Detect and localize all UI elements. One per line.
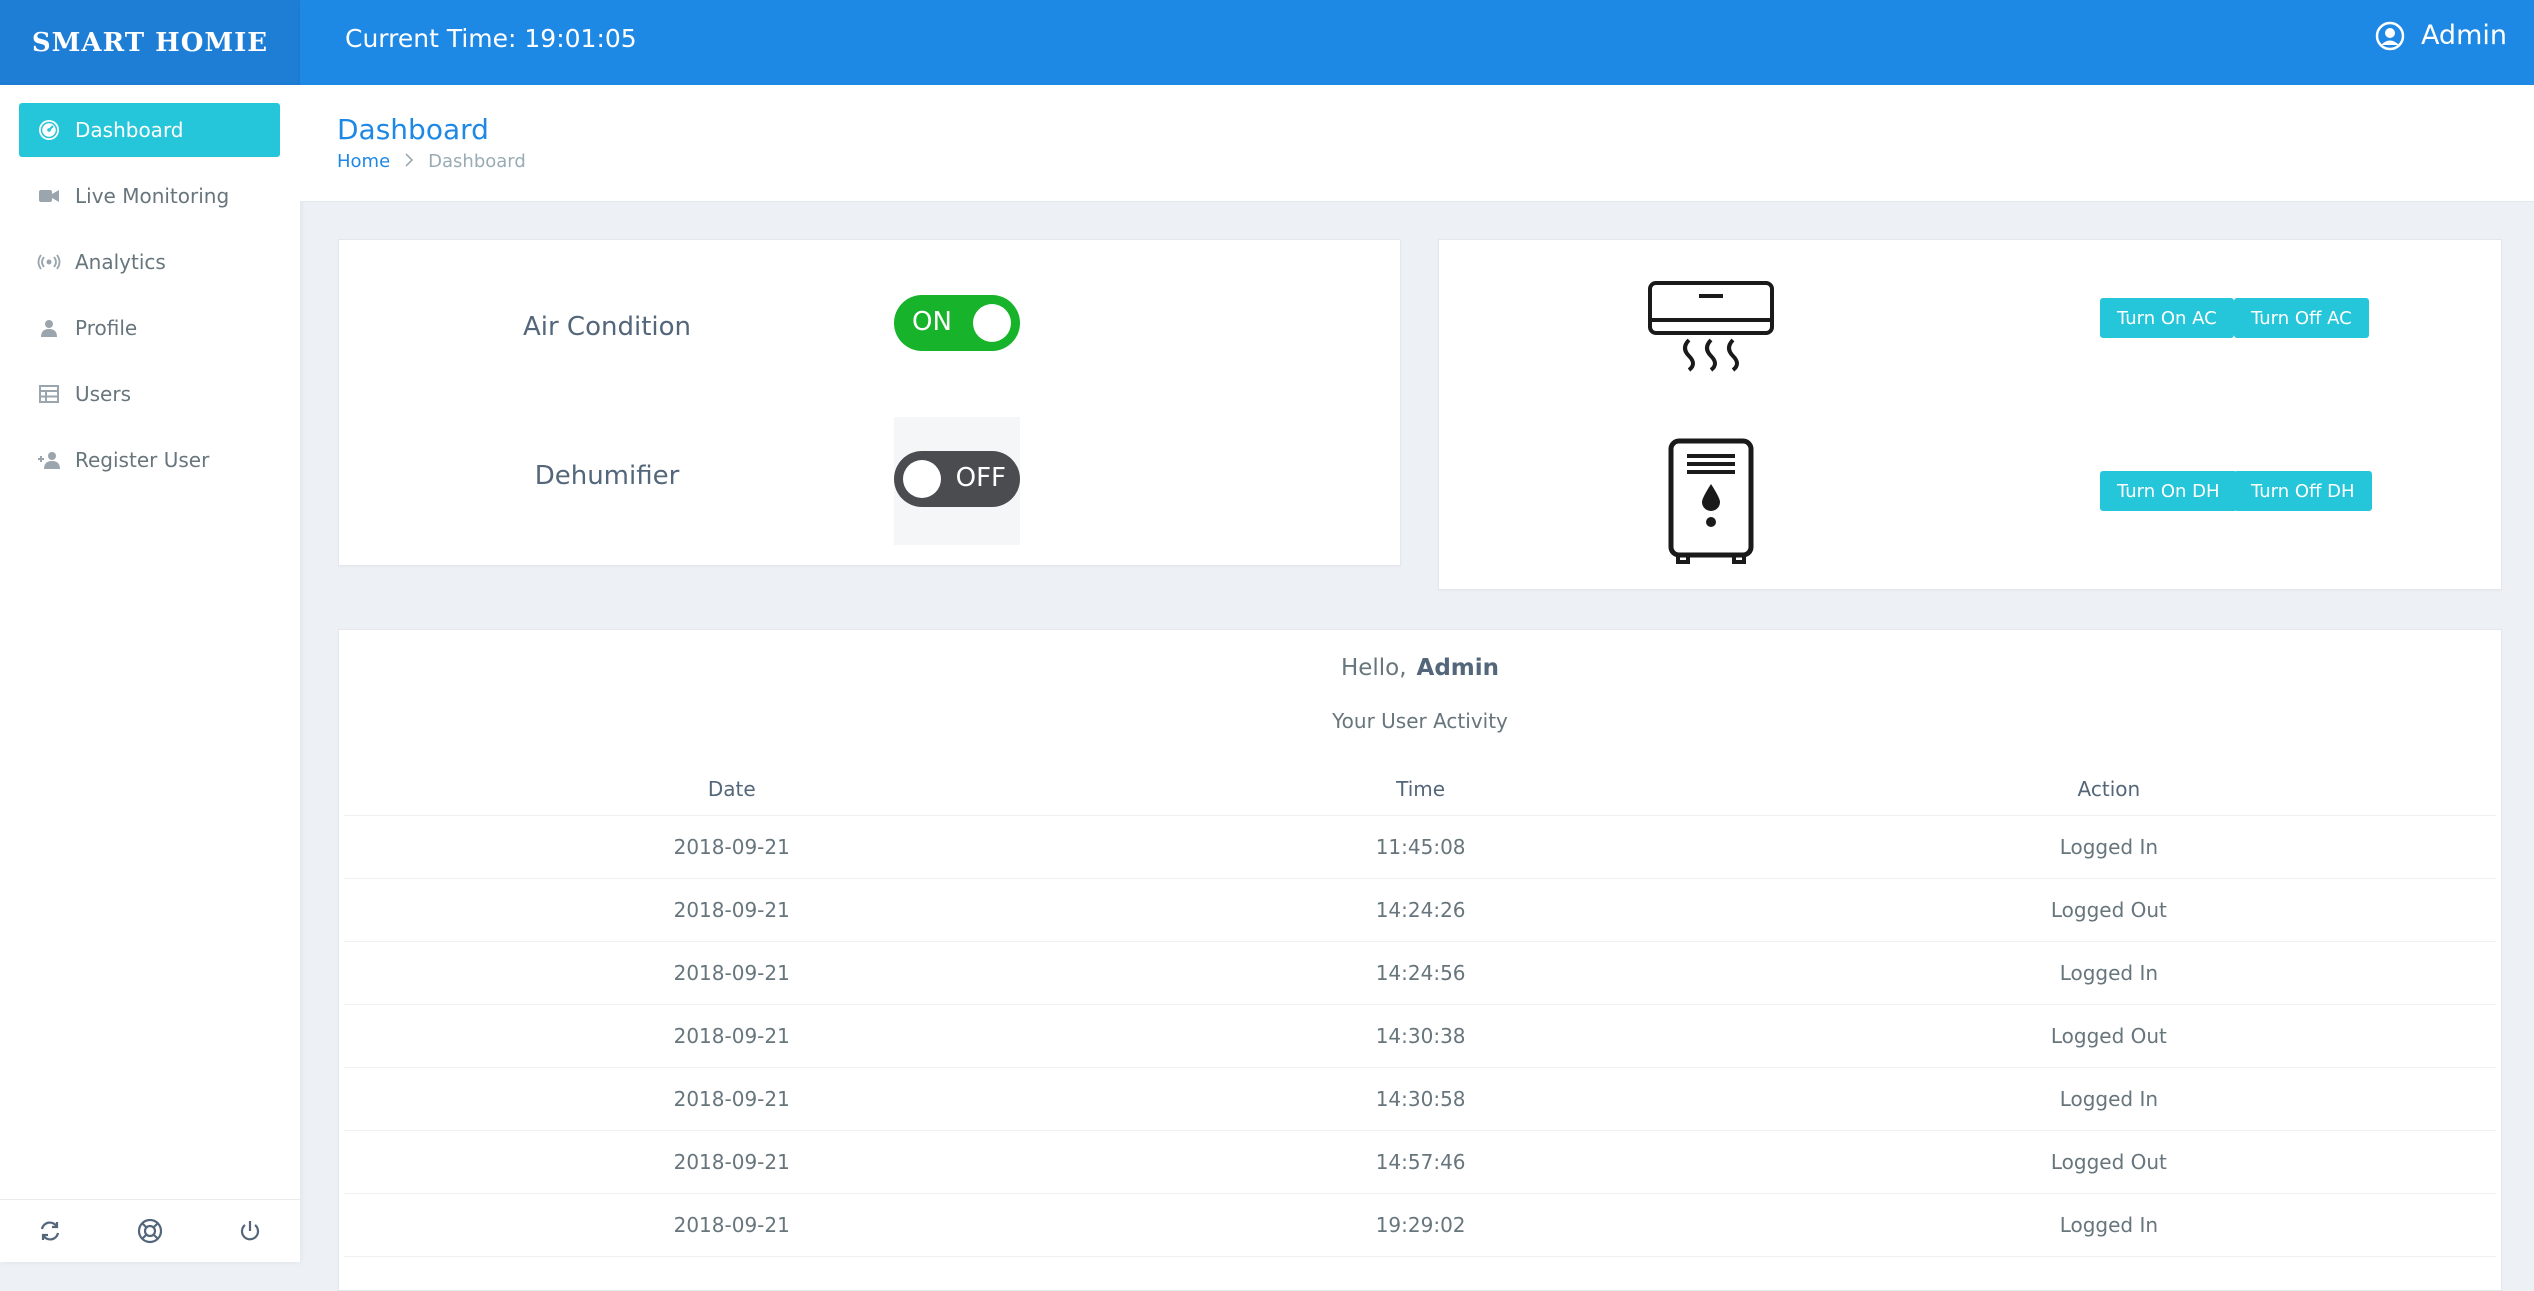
action-cell: Logged In — [1721, 1193, 2496, 1257]
time-cell: 14:24:56 — [1119, 941, 1722, 1005]
user-circle-icon — [2375, 21, 2405, 51]
person-add-icon — [35, 451, 63, 469]
breadcrumb-current: Dashboard — [428, 151, 526, 172]
table-row: 2018-09-21 14:30:38 Logged Out — [344, 1004, 2496, 1068]
action-cell: Logged In — [1721, 815, 2496, 879]
table-icon — [35, 385, 63, 403]
person-icon — [35, 319, 63, 337]
time-cell: 14:30:38 — [1119, 1004, 1722, 1068]
lifebuoy-icon[interactable] — [130, 1211, 170, 1251]
date-cell: 2018-09-21 — [344, 1004, 1120, 1068]
broadcast-icon — [35, 254, 63, 270]
brand-logo[interactable]: SMART HOMIE — [0, 0, 300, 85]
table-row: 2018-09-21 14:24:26 Logged Out — [344, 878, 2496, 942]
sidebar-item-analytics[interactable]: Analytics — [19, 235, 280, 289]
user-name: Admin — [2420, 20, 2507, 51]
date-cell: 2018-09-21 — [344, 815, 1120, 879]
sidebar-item-label: Register User — [75, 448, 210, 472]
top-bar: Current Time: 19:01:05 Admin — [300, 0, 2534, 85]
device-toggles-card: Air Condition ON Dehumifier OFF — [338, 239, 1401, 566]
turn-off-dh-button[interactable]: Turn Off DH — [2234, 471, 2372, 511]
action-cell: Logged Out — [1721, 1004, 2496, 1068]
video-camera-icon — [35, 188, 63, 204]
sidebar-item-label: Profile — [75, 316, 138, 340]
time-cell: 14:24:26 — [1119, 878, 1722, 942]
action-cell: Logged In — [1721, 1067, 2496, 1131]
time-cell: 14:57:46 — [1119, 1130, 1722, 1194]
user-activity-card: Hello, Admin Your User Activity Date Time… — [338, 629, 2502, 1291]
power-icon[interactable] — [230, 1211, 270, 1251]
turn-off-ac-button[interactable]: Turn Off AC — [2234, 298, 2369, 338]
date-cell: 2018-09-21 — [344, 1130, 1120, 1194]
toggle-knob — [903, 460, 941, 498]
date-cell: 2018-09-21 — [344, 941, 1120, 1005]
table-row: 2018-09-21 14:30:58 Logged In — [344, 1067, 2496, 1131]
table-row: 2018-09-21 14:24:56 Logged In — [344, 941, 2496, 1005]
activity-subtitle: Your User Activity — [1332, 709, 1508, 733]
dh-toggle-label: Dehumifier — [534, 461, 680, 491]
sidebar-item-live-monitoring[interactable]: Live Monitoring — [19, 169, 280, 223]
sidebar: Dashboard Live Monitoring Analytics Prof… — [0, 85, 300, 1262]
sidebar-item-register-user[interactable]: Register User — [19, 433, 280, 487]
action-cell: Logged Out — [1721, 1130, 2496, 1194]
time-cell: 11:45:08 — [1119, 815, 1722, 879]
column-header-action: Action — [1721, 763, 2496, 816]
toggle-knob — [973, 304, 1011, 342]
action-cell: Logged In — [1721, 941, 2496, 1005]
device-controls-card: Turn On AC Turn Off AC Turn On DH Turn O… — [1438, 239, 2502, 590]
sidebar-item-dashboard[interactable]: Dashboard — [19, 103, 280, 157]
ac-toggle-label: Air Condition — [522, 312, 692, 342]
breadcrumb-home-link[interactable]: Home — [337, 151, 390, 172]
activity-table: Date Time Action 2018-09-21 11:45:08 Logge… — [344, 763, 2496, 1257]
speedometer-icon — [35, 119, 63, 141]
table-row: 2018-09-21 11:45:08 Logged In — [344, 815, 2496, 879]
time-cell: 14:30:58 — [1119, 1067, 1722, 1131]
page-header: Dashboard Home Dashboard — [300, 85, 2534, 202]
user-menu[interactable]: Admin — [2375, 20, 2507, 51]
time-cell: 19:29:02 — [1119, 1193, 1722, 1257]
sidebar-item-users[interactable]: Users — [19, 367, 280, 421]
ac-toggle-state: ON — [912, 307, 952, 337]
sidebar-item-label: Users — [75, 382, 132, 406]
greeting-text: Hello, — [1340, 655, 1407, 681]
sidebar-item-label: Live Monitoring — [75, 184, 230, 208]
greeting: Hello, Admin — [339, 655, 2501, 681]
date-cell: 2018-09-21 — [344, 878, 1120, 942]
action-cell: Logged Out — [1721, 878, 2496, 942]
turn-on-ac-button[interactable]: Turn On AC — [2100, 298, 2234, 338]
air-conditioner-icon — [1647, 280, 1775, 376]
current-time: Current Time: 19:01:05 — [345, 24, 637, 53]
table-header-row: Date Time Action — [344, 763, 2496, 816]
page-title: Dashboard — [337, 113, 489, 146]
sidebar-footer — [0, 1199, 300, 1262]
sidebar-item-profile[interactable]: Profile — [19, 301, 280, 355]
table-row: 2018-09-21 14:57:46 Logged Out — [344, 1130, 2496, 1194]
refresh-icon[interactable] — [30, 1211, 70, 1251]
ac-toggle-switch[interactable]: ON — [894, 295, 1020, 351]
table-row: 2018-09-21 19:29:02 Logged In — [344, 1193, 2496, 1257]
chevron-right-icon — [404, 151, 414, 172]
date-cell: 2018-09-21 — [344, 1067, 1120, 1131]
dh-toggle-state: OFF — [955, 463, 1006, 493]
turn-on-dh-button[interactable]: Turn On DH — [2100, 471, 2237, 511]
dehumidifier-icon — [1668, 438, 1754, 570]
column-header-time: Time — [1119, 763, 1722, 816]
breadcrumb: Home Dashboard — [337, 151, 526, 172]
sidebar-item-label: Dashboard — [75, 118, 184, 142]
dh-toggle-switch[interactable]: OFF — [894, 451, 1020, 507]
date-cell: 2018-09-21 — [344, 1193, 1120, 1257]
column-header-date: Date — [344, 763, 1120, 816]
greeting-user: Admin — [1416, 655, 1500, 681]
sidebar-item-label: Analytics — [75, 250, 166, 274]
